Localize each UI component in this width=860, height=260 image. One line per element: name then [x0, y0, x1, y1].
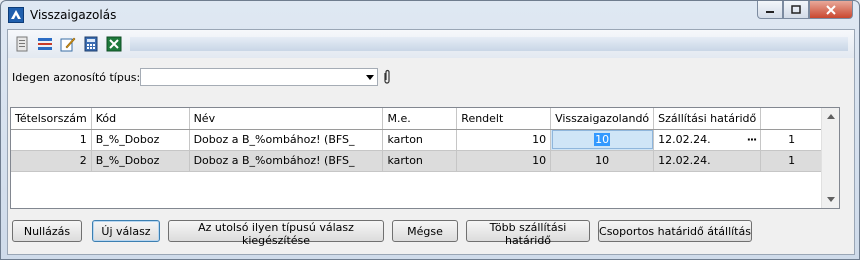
header-visszaigazolando[interactable]: Visszaigazolandó	[550, 108, 655, 130]
header-nev[interactable]: Név	[189, 108, 384, 130]
cell-nev[interactable]: Doboz a B_%ombához! (BFS_	[189, 150, 384, 172]
header-extra[interactable]	[760, 108, 823, 130]
paperclip-icon[interactable]	[382, 69, 392, 85]
maximize-button[interactable]	[783, 1, 809, 19]
scroll-down-button[interactable]	[822, 191, 839, 208]
toolbar-strip	[130, 37, 848, 51]
app-icon	[8, 7, 24, 23]
cell-rendelt[interactable]: 10	[456, 129, 552, 151]
cell-nev[interactable]: Doboz a B_%ombához! (BFS_	[189, 129, 384, 151]
cell-szallitasi-hatarido[interactable]: 12.02.24.	[653, 150, 762, 172]
header-szallitasi-hatarido[interactable]: Szállítási határidő	[653, 108, 762, 130]
calculator-icon[interactable]	[83, 36, 99, 52]
list-icon[interactable]	[37, 36, 53, 52]
toolbar	[8, 30, 854, 58]
header-kod[interactable]: Kód	[91, 108, 190, 130]
cell-me[interactable]: karton	[382, 129, 458, 151]
header-rendelt[interactable]: Rendelt	[456, 108, 552, 130]
reset-button[interactable]: Nullázás	[12, 220, 82, 242]
dialog-client-area: Idegen azonosító típus: Tételsorszám Kód…	[7, 29, 855, 255]
excel-icon[interactable]	[106, 36, 122, 52]
cell-kod[interactable]: B_%_Doboz	[91, 129, 190, 151]
visszaigazolando-input[interactable]: 10	[594, 133, 611, 146]
close-button[interactable]	[809, 1, 853, 19]
cell-rendelt[interactable]: 10	[456, 150, 552, 172]
title-bar[interactable]: Visszaigazolás	[1, 1, 859, 29]
window-title: Visszaigazolás	[30, 8, 117, 22]
cell-me[interactable]: karton	[382, 150, 458, 172]
cell-extra[interactable]: 1	[760, 129, 823, 151]
confirmation-grid: Tételsorszám Kód Név M.e. Rendelt Vissza…	[10, 107, 840, 209]
minimize-button[interactable]	[757, 1, 783, 19]
foreign-id-type-select[interactable]	[140, 68, 378, 86]
complete-last-reply-button[interactable]: Az utolsó ilyen típusú válasz kiegészíté…	[168, 220, 384, 247]
button-bar: Nullázás Új válasz Az utolsó ilyen típus…	[8, 220, 854, 247]
new-reply-button[interactable]: Új válasz	[92, 220, 160, 242]
edit-icon[interactable]	[60, 36, 76, 52]
cell-tetelsorszam[interactable]: 2	[11, 150, 92, 172]
foreign-id-type-label: Idegen azonosító típus:	[12, 71, 141, 84]
close-icon	[826, 4, 836, 15]
minimize-icon	[766, 10, 774, 13]
hatarido-value: 12.02.24.	[658, 133, 711, 146]
confirmation-table: Tételsorszám Kód Név M.e. Rendelt Vissza…	[11, 108, 839, 172]
chevron-down-icon[interactable]	[366, 75, 374, 80]
maximize-icon	[791, 5, 801, 14]
dialog-window: Visszaigazolás Idegen azonosító típus: T…	[0, 0, 860, 260]
hatarido-value: 12.02.24.	[658, 154, 711, 167]
cancel-button[interactable]: Mégse	[392, 220, 458, 242]
foreign-id-type-row: Idegen azonosító típus:	[8, 66, 854, 90]
cell-szallitasi-hatarido[interactable]: 12.02.24. ···	[653, 129, 762, 151]
cell-visszaigazolando[interactable]: 10	[550, 150, 655, 172]
group-deadline-button[interactable]: Csoportos határidő átállítás	[598, 220, 752, 242]
table-row[interactable]: 1 B_%_Doboz Doboz a B_%ombához! (BFS_ ka…	[11, 129, 839, 151]
vertical-scrollbar[interactable]	[821, 108, 839, 208]
table-row[interactable]: 2 B_%_Doboz Doboz a B_%ombához! (BFS_ ka…	[11, 150, 839, 172]
header-tetelsorszam[interactable]: Tételsorszám	[11, 108, 92, 130]
cell-visszaigazolando-editor[interactable]: 10	[550, 129, 655, 151]
chevron-down-icon	[826, 197, 835, 202]
cell-extra[interactable]: 1	[760, 150, 823, 172]
document-icon[interactable]	[14, 36, 30, 52]
scroll-up-button[interactable]	[822, 108, 839, 125]
chevron-up-icon	[826, 114, 835, 119]
table-header-row: Tételsorszám Kód Név M.e. Rendelt Vissza…	[11, 108, 839, 130]
cell-tetelsorszam[interactable]: 1	[11, 129, 92, 151]
cell-kod[interactable]: B_%_Doboz	[91, 150, 190, 172]
more-options-icon[interactable]: ···	[747, 133, 758, 146]
header-me[interactable]: M.e.	[382, 108, 458, 130]
more-deadlines-button[interactable]: Több szállítási határidő	[466, 220, 590, 247]
